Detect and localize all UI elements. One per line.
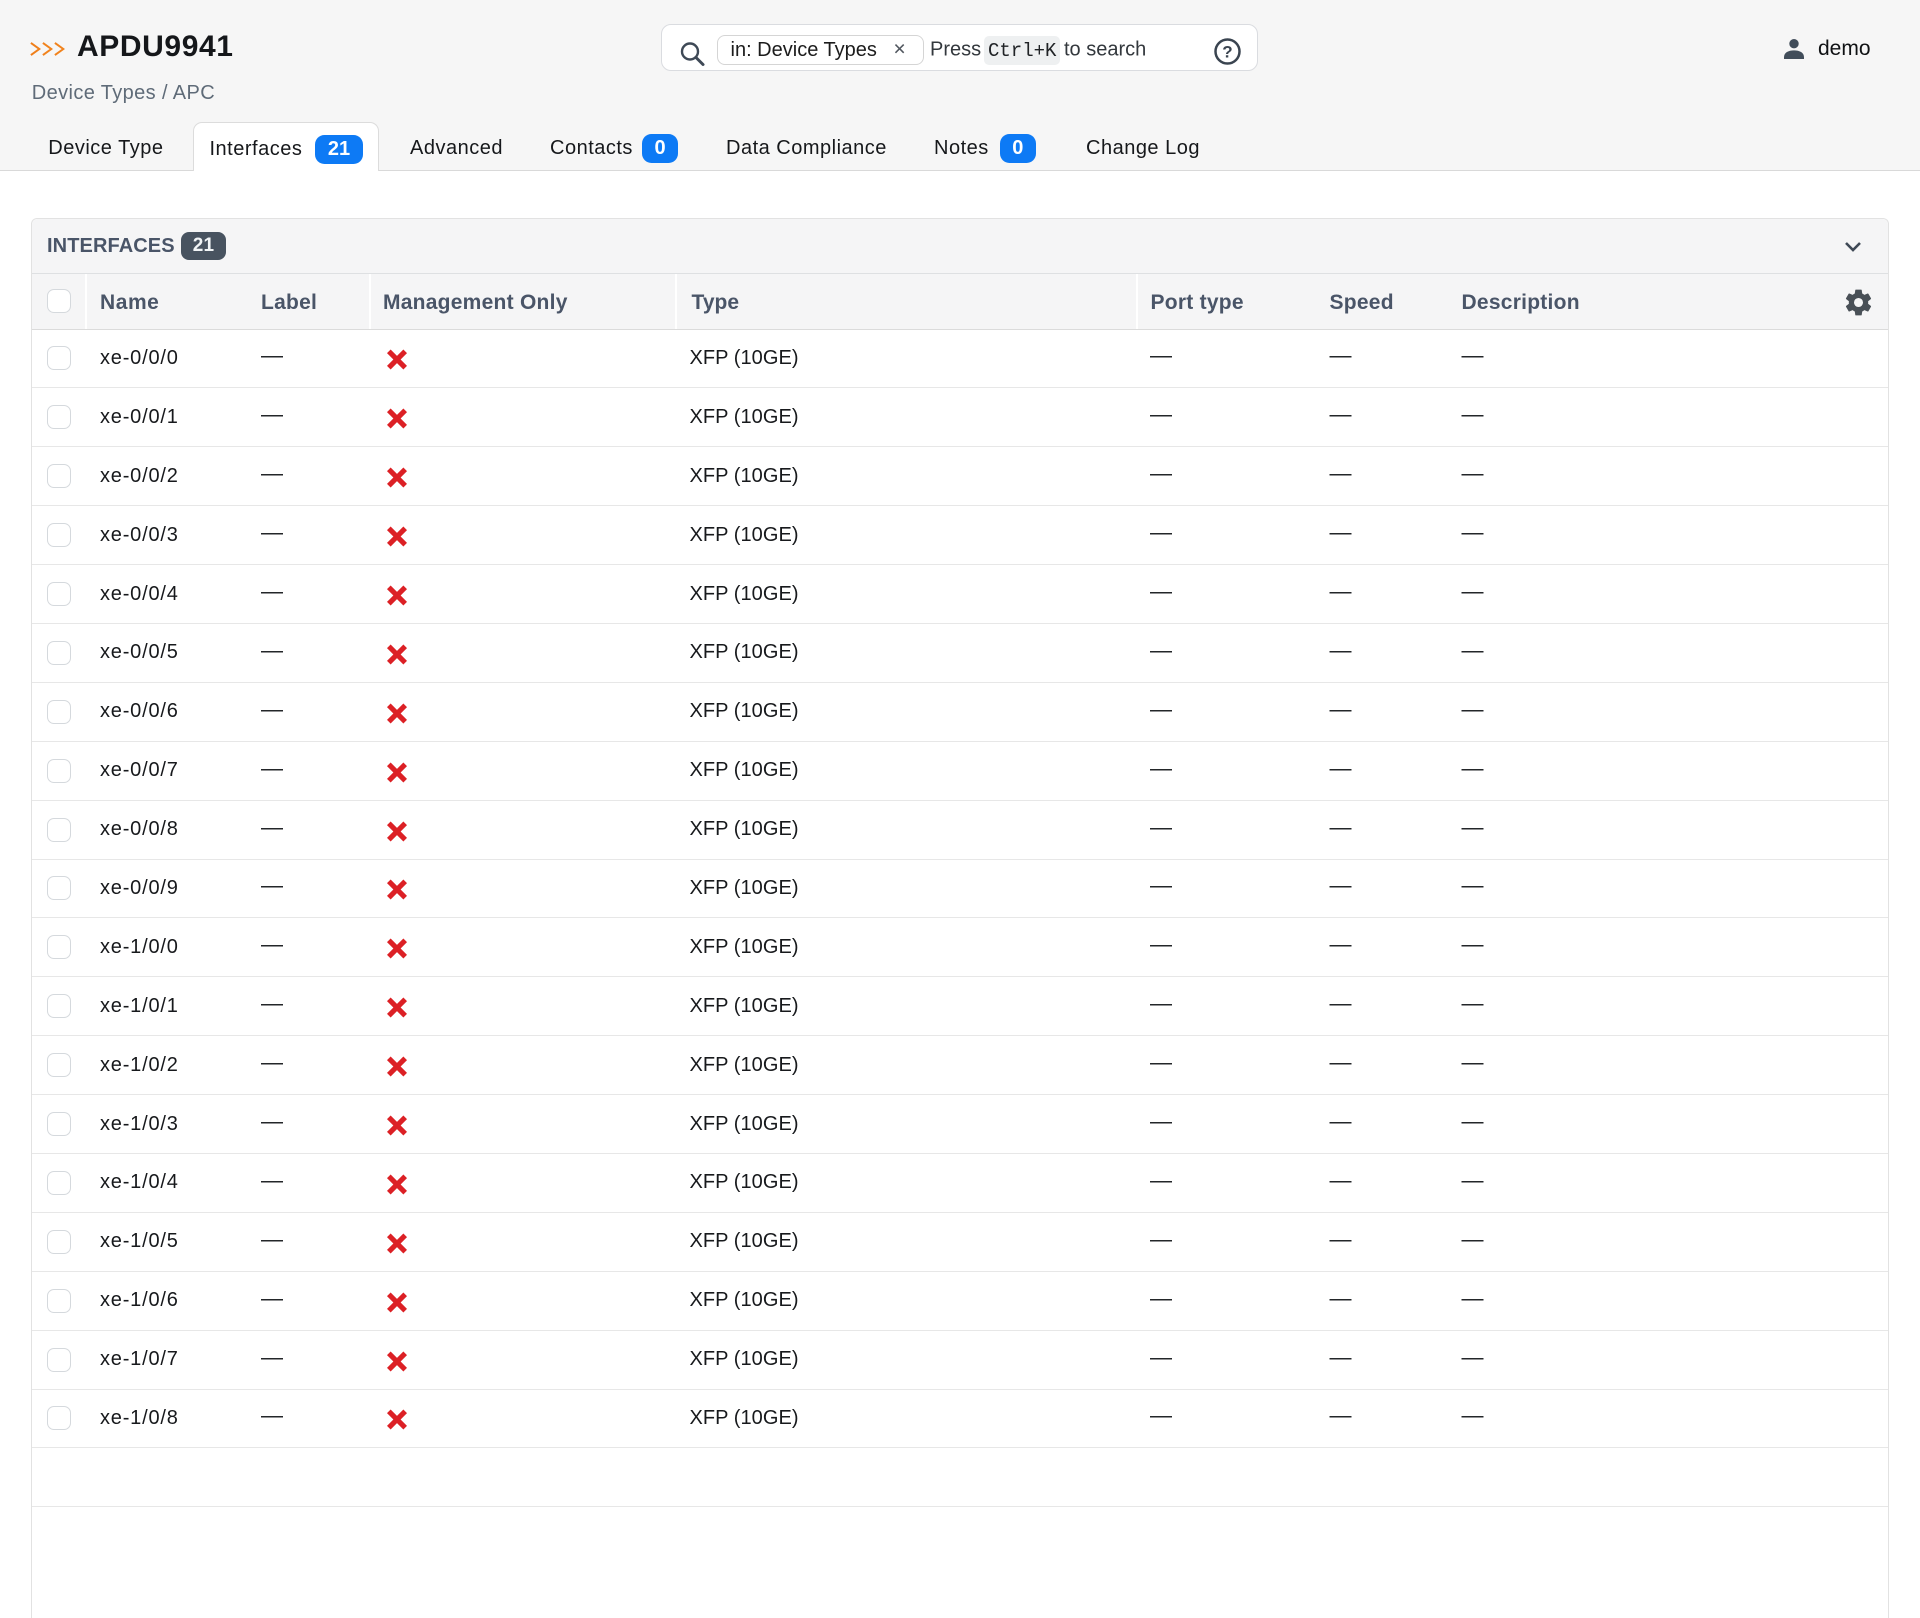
svg-text:?: ? bbox=[1222, 43, 1232, 62]
